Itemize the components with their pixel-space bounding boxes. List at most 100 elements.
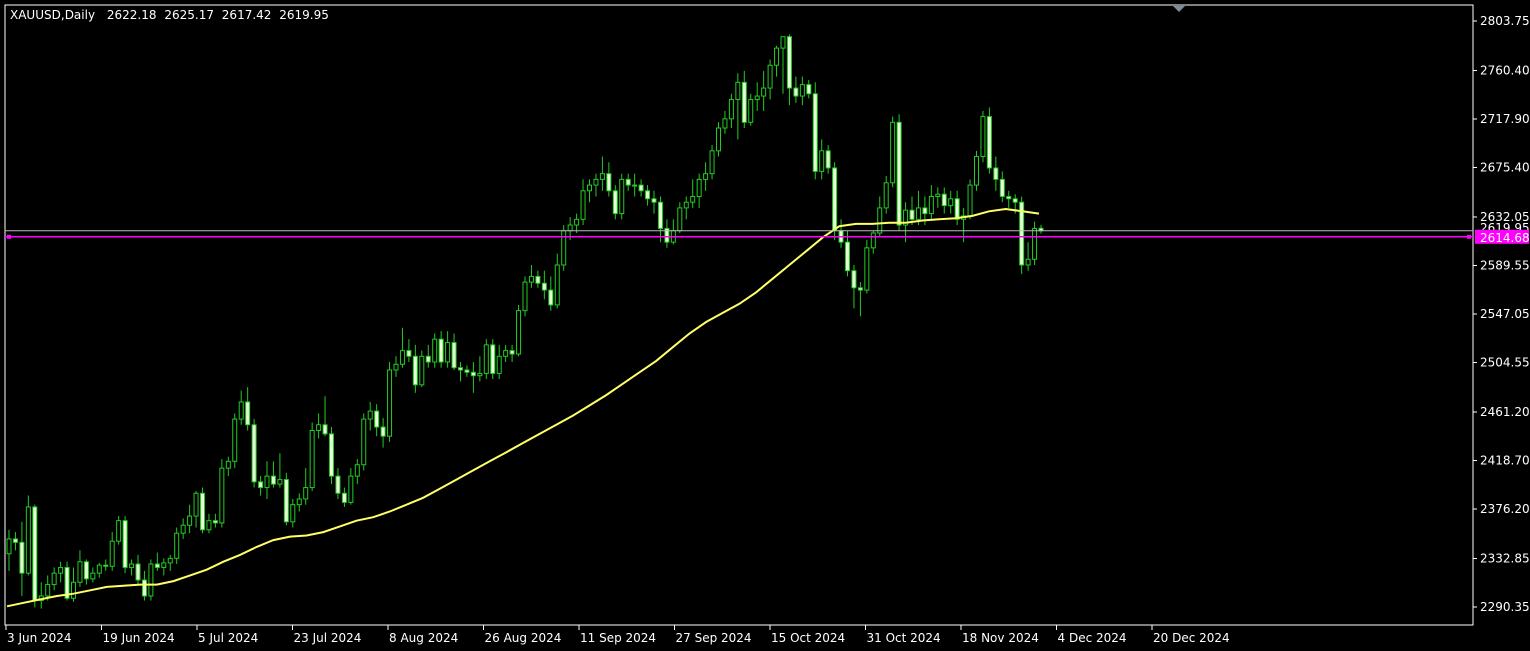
candle-body-bull bbox=[90, 572, 96, 580]
price-chart[interactable]: 2803.75 2760.40 2717.90 2675.40 2632.05 2589.… bbox=[0, 0, 1530, 651]
candle bbox=[967, 179, 973, 220]
candle-body-bull bbox=[528, 275, 534, 283]
candle bbox=[219, 459, 225, 528]
ohlc-close: 2619.95 bbox=[279, 8, 329, 22]
candle-body-bull bbox=[109, 540, 115, 567]
candle bbox=[32, 504, 38, 608]
candle-body-bear bbox=[464, 369, 470, 373]
x-tick-label: 3 Jun 2024 bbox=[7, 631, 72, 645]
candle-body-bull bbox=[399, 350, 405, 365]
candle-body-bull bbox=[709, 150, 715, 175]
candle-body-bear bbox=[283, 479, 289, 523]
candle-body-bull bbox=[780, 36, 786, 49]
candle-body-bull bbox=[167, 557, 173, 564]
candle-body-bear bbox=[341, 492, 347, 503]
candle-body-bear bbox=[212, 520, 218, 524]
candle-body-bear bbox=[806, 84, 812, 95]
candle-body-bull bbox=[232, 418, 238, 462]
candle bbox=[200, 487, 205, 534]
y-tick-label: 2504.55 bbox=[1480, 356, 1530, 370]
candle-body-bull bbox=[116, 520, 122, 542]
candle-body-bull bbox=[735, 81, 741, 100]
candle-body-bear bbox=[541, 282, 547, 291]
candle-body-bull bbox=[71, 581, 76, 599]
candle-body-bear bbox=[509, 350, 515, 355]
candle bbox=[283, 472, 289, 526]
candle bbox=[309, 422, 315, 491]
candle-body-bull bbox=[799, 84, 805, 97]
candle bbox=[419, 350, 425, 388]
chart-header: XAUUSD,Daily 2622.18 2625.17 2617.42 261… bbox=[10, 8, 329, 22]
time-axis[interactable]: 3 Jun 2024 19 Jun 2024 5 Jul 2024 23 Jul 20… bbox=[5, 625, 1230, 645]
chart-canvas[interactable]: 2803.752760.402717.902675.402632.052589.… bbox=[0, 0, 1530, 651]
candle-body-bear bbox=[406, 350, 412, 357]
candle-body-bear bbox=[845, 241, 850, 272]
candle-body-bull bbox=[296, 498, 302, 506]
candle-body-bear bbox=[638, 184, 644, 192]
symbol-name: XAUUSD bbox=[10, 8, 61, 22]
candle-body-bear bbox=[451, 342, 457, 369]
y-tick-label: 2803.75 bbox=[1480, 14, 1530, 28]
candle-body-bull bbox=[477, 372, 483, 377]
candle-body-bull bbox=[696, 178, 702, 197]
candle-body-bear bbox=[19, 541, 25, 574]
candle-body-bear bbox=[954, 198, 960, 220]
candle-body-bear bbox=[625, 178, 631, 186]
candle-body-bear bbox=[32, 506, 38, 602]
candle bbox=[1019, 196, 1025, 275]
candle-body-bear bbox=[645, 190, 651, 200]
candle-body-bull bbox=[419, 355, 425, 386]
candle-body-bull bbox=[948, 198, 954, 207]
price-axis[interactable]: 2803.752760.402717.902675.402632.052589.… bbox=[1473, 14, 1530, 614]
candle-body-bull bbox=[632, 184, 638, 187]
candle bbox=[864, 239, 870, 294]
candle bbox=[516, 304, 522, 357]
candle-body-bear bbox=[141, 579, 147, 597]
candle bbox=[890, 116, 896, 188]
candle-body-bull bbox=[619, 178, 625, 215]
candle-body-bull bbox=[96, 564, 102, 574]
candle-body-bear bbox=[122, 520, 128, 568]
x-tick-label: 4 Dec 2024 bbox=[1058, 631, 1127, 645]
candle-body-bull bbox=[161, 562, 167, 568]
candle-body-bear bbox=[1012, 198, 1018, 203]
candle-body-bull bbox=[225, 460, 231, 469]
candle-body-bull bbox=[819, 150, 825, 172]
candle-body-bull bbox=[206, 520, 212, 531]
x-tick-label: 19 Jun 2024 bbox=[103, 631, 175, 645]
candle-body-bull bbox=[432, 338, 438, 363]
candle-body-bear bbox=[851, 270, 857, 289]
candle-body-bear bbox=[329, 433, 334, 477]
candle-body-bull bbox=[561, 230, 567, 266]
candle-body-bear bbox=[83, 561, 89, 580]
candle bbox=[974, 150, 979, 191]
x-tick-label: 11 Sep 2024 bbox=[580, 631, 656, 645]
hline-left-handle[interactable] bbox=[7, 234, 11, 239]
candle-body-bear bbox=[154, 563, 160, 568]
y-tick-label: 2675.40 bbox=[1480, 161, 1530, 175]
candle-body-bull bbox=[974, 156, 979, 186]
candle-body-bull bbox=[354, 464, 360, 477]
candle-body-bear bbox=[941, 193, 947, 207]
hline-right-handle[interactable] bbox=[1467, 234, 1471, 239]
candle bbox=[522, 276, 528, 317]
x-tick-label: 31 Oct 2024 bbox=[867, 631, 941, 645]
candle bbox=[980, 110, 986, 163]
candle-body-bull bbox=[967, 184, 973, 217]
ohlc-high: 2625.17 bbox=[164, 8, 214, 22]
x-tick-label: 20 Dec 2024 bbox=[1153, 631, 1230, 645]
candle-body-bear bbox=[374, 410, 380, 428]
candle-body-bull bbox=[148, 563, 154, 597]
candle bbox=[361, 413, 367, 471]
candle-body-bear bbox=[258, 481, 264, 489]
candle-body-bull bbox=[928, 195, 934, 215]
candle-body-bull bbox=[1032, 227, 1038, 260]
candle-body-bear bbox=[425, 355, 431, 363]
candle-body-bull bbox=[264, 475, 270, 489]
candle-body-bull bbox=[496, 355, 502, 374]
candle-body-bull bbox=[367, 410, 373, 420]
candle-body-bull bbox=[754, 95, 760, 100]
candle-body-bull bbox=[445, 342, 451, 363]
candle-body-bull bbox=[174, 532, 180, 559]
candle-body-bull bbox=[503, 350, 509, 357]
